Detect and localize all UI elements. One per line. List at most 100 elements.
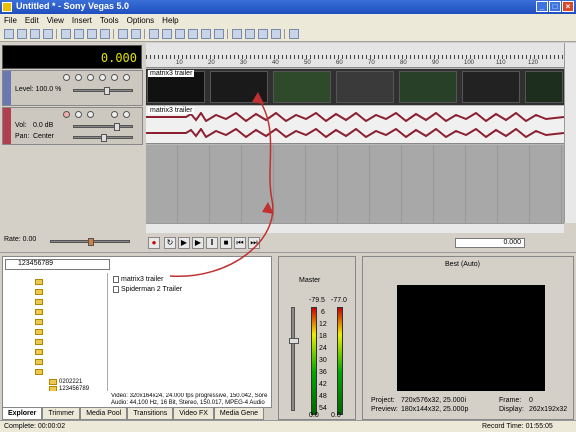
minimize-button[interactable]: _ — [536, 1, 548, 12]
envelope-tool-icon[interactable] — [245, 29, 255, 39]
help-icon[interactable] — [289, 29, 299, 39]
window-docking-tabs: Explorer Trimmer Media Pool Transitions … — [2, 408, 272, 420]
file-item[interactable]: matrix3 trailer — [113, 275, 163, 284]
tree-folder[interactable] — [35, 357, 43, 366]
meter-scale: 48 — [319, 393, 327, 400]
render-icon[interactable] — [149, 29, 159, 39]
ignore-grouping-icon[interactable] — [214, 29, 224, 39]
fx-icon[interactable] — [87, 74, 94, 81]
auto-ripple-icon[interactable] — [188, 29, 198, 39]
tree-folder[interactable] — [35, 327, 43, 336]
tree-folder[interactable] — [35, 367, 43, 376]
pan-slider[interactable] — [73, 134, 133, 142]
timeline-empty-area[interactable] — [146, 145, 564, 223]
transport-time-field[interactable]: 0.000 — [455, 238, 525, 248]
timeline[interactable]: 10 20 30 40 50 60 70 80 90 100 110 120 m… — [146, 43, 564, 223]
tree-folder[interactable] — [35, 317, 43, 326]
track-motion-icon[interactable] — [75, 74, 82, 81]
maximize-button[interactable]: □ — [549, 1, 561, 12]
fx-icon[interactable] — [87, 111, 94, 118]
level-slider[interactable] — [73, 87, 133, 95]
tree-folder[interactable] — [35, 277, 43, 286]
timeline-horizontal-scrollbar[interactable] — [146, 223, 564, 233]
paste-icon[interactable] — [87, 29, 97, 39]
go-to-end-button[interactable]: ⏭ — [248, 237, 260, 249]
snap-icon[interactable] — [162, 29, 172, 39]
menu-insert[interactable]: Insert — [72, 16, 92, 25]
audio-waveform-left — [146, 112, 564, 122]
file-item[interactable]: Spiderman 2 Trailer — [113, 285, 182, 294]
copy-icon[interactable] — [74, 29, 84, 39]
volume-slider-knob[interactable] — [114, 123, 120, 131]
tree-folder[interactable] — [35, 347, 43, 356]
file-list[interactable]: matrix3 trailer Spiderman 2 Trailer — [111, 273, 271, 391]
menu-tools[interactable]: Tools — [100, 16, 119, 25]
master-fader[interactable] — [289, 307, 299, 411]
properties-icon[interactable] — [43, 29, 53, 39]
video-thumbnail — [462, 71, 520, 103]
solo-icon[interactable] — [123, 74, 130, 81]
tree-folder[interactable] — [35, 287, 43, 296]
delete-icon[interactable] — [100, 29, 110, 39]
solo-icon[interactable] — [123, 111, 130, 118]
tree-folder[interactable] — [35, 297, 43, 306]
redo-icon[interactable] — [131, 29, 141, 39]
mute-icon[interactable] — [111, 74, 118, 81]
loop-button[interactable]: ↻ — [164, 237, 176, 249]
path-dropdown[interactable]: 123456789 — [5, 259, 110, 270]
menu-help[interactable]: Help — [162, 16, 178, 25]
toolbar-separator — [113, 29, 115, 39]
menu-file[interactable]: File — [4, 16, 17, 25]
volume-slider[interactable] — [73, 123, 133, 131]
video-track-header[interactable]: Level: 100.0 % — [2, 70, 143, 106]
mute-icon[interactable] — [111, 111, 118, 118]
tree-folder[interactable] — [35, 337, 43, 346]
folder-tree[interactable]: 0202221 123456789 — [5, 273, 108, 391]
expand-icon[interactable] — [63, 74, 70, 81]
pause-button[interactable]: ‖ — [206, 237, 218, 249]
tree-folder-selected[interactable]: 123456789 — [49, 384, 89, 391]
go-to-start-button[interactable]: ⏮ — [234, 237, 246, 249]
close-button[interactable]: × — [562, 1, 574, 12]
preview-screen — [397, 285, 545, 391]
audio-clip[interactable]: matrix3 trailer — [146, 106, 564, 144]
preview-quality-dropdown[interactable]: Best (Auto) — [445, 261, 480, 268]
mixer-panel: Master -79.5 -77.0 6 12 18 24 30 36 42 4… — [278, 256, 356, 420]
new-icon[interactable] — [4, 29, 14, 39]
audio-track-header[interactable]: Vol: 0.0 dB Pan: Center — [2, 107, 143, 145]
cut-icon[interactable] — [61, 29, 71, 39]
timeline-vertical-scrollbar[interactable] — [564, 43, 576, 223]
menu-options[interactable]: Options — [127, 16, 155, 25]
rate-slider-knob[interactable] — [88, 238, 94, 246]
composite-icon[interactable] — [99, 74, 106, 81]
normal-edit-tool-icon[interactable] — [232, 29, 242, 39]
tab-media-pool[interactable]: Media Pool — [80, 408, 128, 420]
selection-tool-icon[interactable] — [258, 29, 268, 39]
undo-icon[interactable] — [118, 29, 128, 39]
tab-media-generators[interactable]: Media Gene — [213, 408, 265, 420]
play-from-start-button[interactable]: ▶ — [178, 237, 190, 249]
time-ruler[interactable]: 10 20 30 40 50 60 70 80 90 100 110 120 — [146, 43, 564, 68]
record-arm-icon[interactable] — [63, 111, 70, 118]
level-slider-knob[interactable] — [104, 87, 110, 95]
open-icon[interactable] — [17, 29, 27, 39]
play-button[interactable]: ▶ — [192, 237, 204, 249]
auto-crossfade-icon[interactable] — [175, 29, 185, 39]
tree-folder[interactable] — [35, 307, 43, 316]
invert-phase-icon[interactable] — [75, 111, 82, 118]
tab-explorer[interactable]: Explorer — [2, 408, 43, 420]
rate-slider[interactable] — [50, 238, 130, 246]
video-clip[interactable]: matrix3 trailer — [146, 69, 564, 105]
tab-transitions[interactable]: Transitions — [127, 408, 174, 420]
menu-view[interactable]: View — [47, 16, 64, 25]
stop-button[interactable]: ■ — [220, 237, 232, 249]
save-icon[interactable] — [30, 29, 40, 39]
tab-trimmer[interactable]: Trimmer — [42, 408, 81, 420]
record-button[interactable]: ● — [148, 237, 160, 249]
master-fader-knob[interactable] — [289, 338, 299, 344]
tab-video-fx[interactable]: Video FX — [173, 408, 214, 420]
pan-slider-knob[interactable] — [101, 134, 107, 142]
zoom-tool-icon[interactable] — [271, 29, 281, 39]
lock-envelopes-icon[interactable] — [201, 29, 211, 39]
menu-edit[interactable]: Edit — [25, 16, 39, 25]
